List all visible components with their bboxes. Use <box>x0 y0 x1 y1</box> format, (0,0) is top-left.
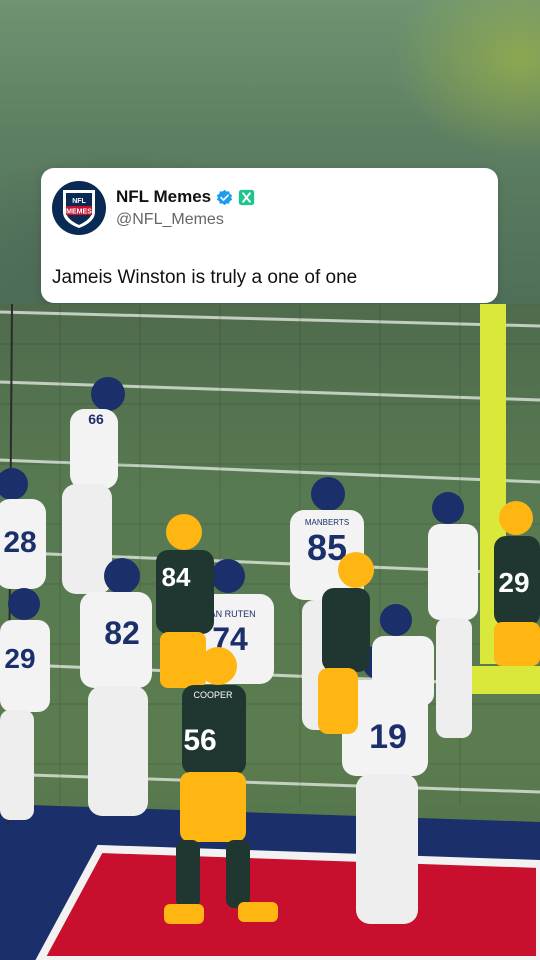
jersey-number-28: 28 <box>3 526 36 559</box>
jersey-number-84: 84 <box>162 562 191 592</box>
player-82: 82 <box>80 558 152 816</box>
jersey-number-82: 82 <box>104 615 140 651</box>
jersey-number-66: 66 <box>88 411 104 427</box>
author-row: NFL Memes <box>116 187 255 207</box>
tweet-card[interactable]: NFL MEMES NFL Memes @NFL_Memes Jameis Wi… <box>41 168 498 303</box>
nameplate-manberts: MANBERTS <box>305 518 349 527</box>
author-handle[interactable]: @NFL_Memes <box>116 211 224 229</box>
nameplate-cooper: COOPER <box>193 690 233 700</box>
game-photo: 66 28 MANBERTS 85 82 VAN RUTEN 74 19 29 … <box>0 304 540 960</box>
jersey-number-19: 19 <box>369 718 407 756</box>
player-29-packers: 29 <box>494 501 540 666</box>
jersey-number-56: 56 <box>183 724 216 757</box>
player-giants-right <box>372 492 478 738</box>
verified-badge-icon <box>216 189 233 205</box>
player-29-giants: 29 <box>0 588 50 820</box>
logo-bottom-text: MEMES <box>66 209 92 216</box>
avatar[interactable]: NFL MEMES <box>52 181 106 235</box>
nfl-memes-logo-icon: NFL MEMES <box>63 190 95 228</box>
jersey-number-29-packers: 29 <box>498 567 529 598</box>
player-28: 28 <box>0 468 46 589</box>
affiliate-badge-icon <box>238 189 255 205</box>
tweet-text: Jameis Winston is truly a one of one <box>52 267 358 288</box>
football-field-scene: 66 28 MANBERTS 85 82 VAN RUTEN 74 19 29 … <box>0 304 540 960</box>
author-name[interactable]: NFL Memes <box>116 187 211 207</box>
logo-top-text: NFL <box>72 198 86 205</box>
jersey-number-29-giants: 29 <box>4 643 35 674</box>
